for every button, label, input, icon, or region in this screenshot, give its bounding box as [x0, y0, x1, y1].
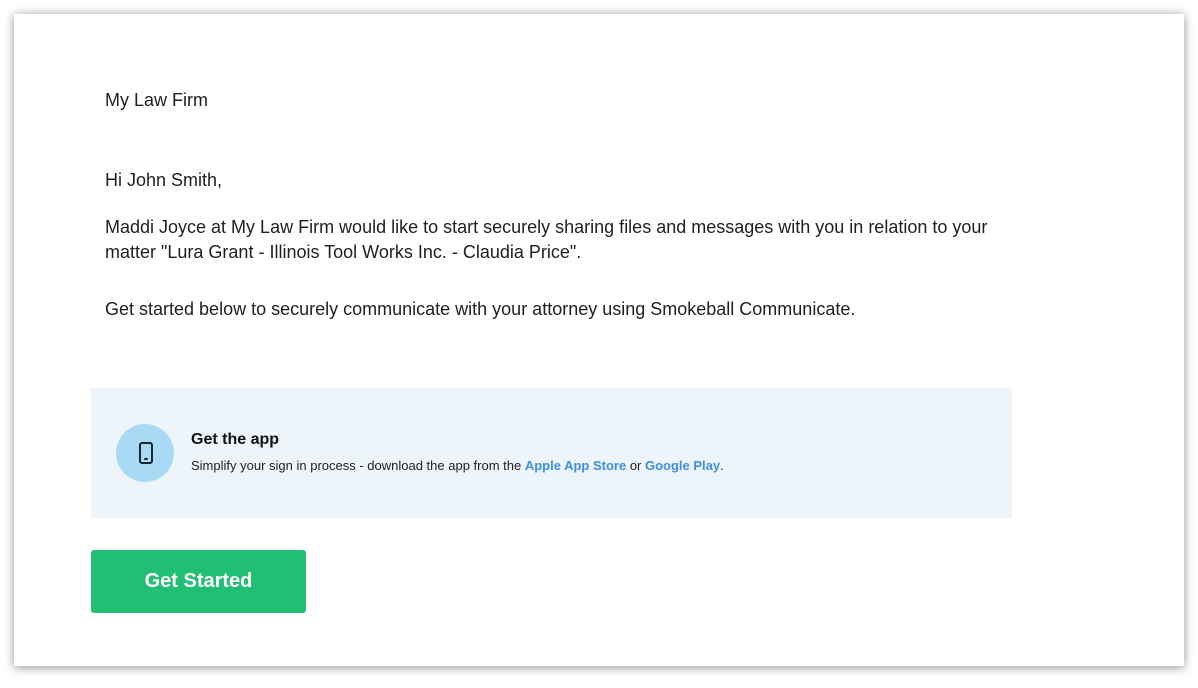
google-play-link[interactable]: Google Play: [645, 458, 720, 473]
app-promo-description: Simplify your sign in process - download…: [191, 458, 724, 473]
mobile-phone-icon: [139, 442, 153, 464]
apple-app-store-link[interactable]: Apple App Store: [525, 458, 626, 473]
app-promo-connector: or: [626, 458, 645, 473]
page-background: My Law Firm Hi John Smith, Maddi Joyce a…: [0, 0, 1198, 688]
phone-icon-badge: [116, 424, 174, 482]
app-promo-title: Get the app: [191, 431, 280, 448]
get-started-button[interactable]: Get Started: [91, 550, 306, 613]
invitation-paragraph: Maddi Joyce at My Law Firm would like to…: [105, 217, 988, 262]
app-promo-description-text: Simplify your sign in process - download…: [191, 458, 525, 473]
instructions-paragraph: Get started below to securely communicat…: [105, 299, 856, 319]
firm-name: My Law Firm: [105, 90, 208, 110]
app-promo-period: .: [720, 458, 724, 473]
email-card: My Law Firm Hi John Smith, Maddi Joyce a…: [14, 14, 1184, 666]
greeting: Hi John Smith,: [105, 170, 223, 190]
app-promo-box: Get the app Simplify your sign in proces…: [91, 388, 1012, 518]
